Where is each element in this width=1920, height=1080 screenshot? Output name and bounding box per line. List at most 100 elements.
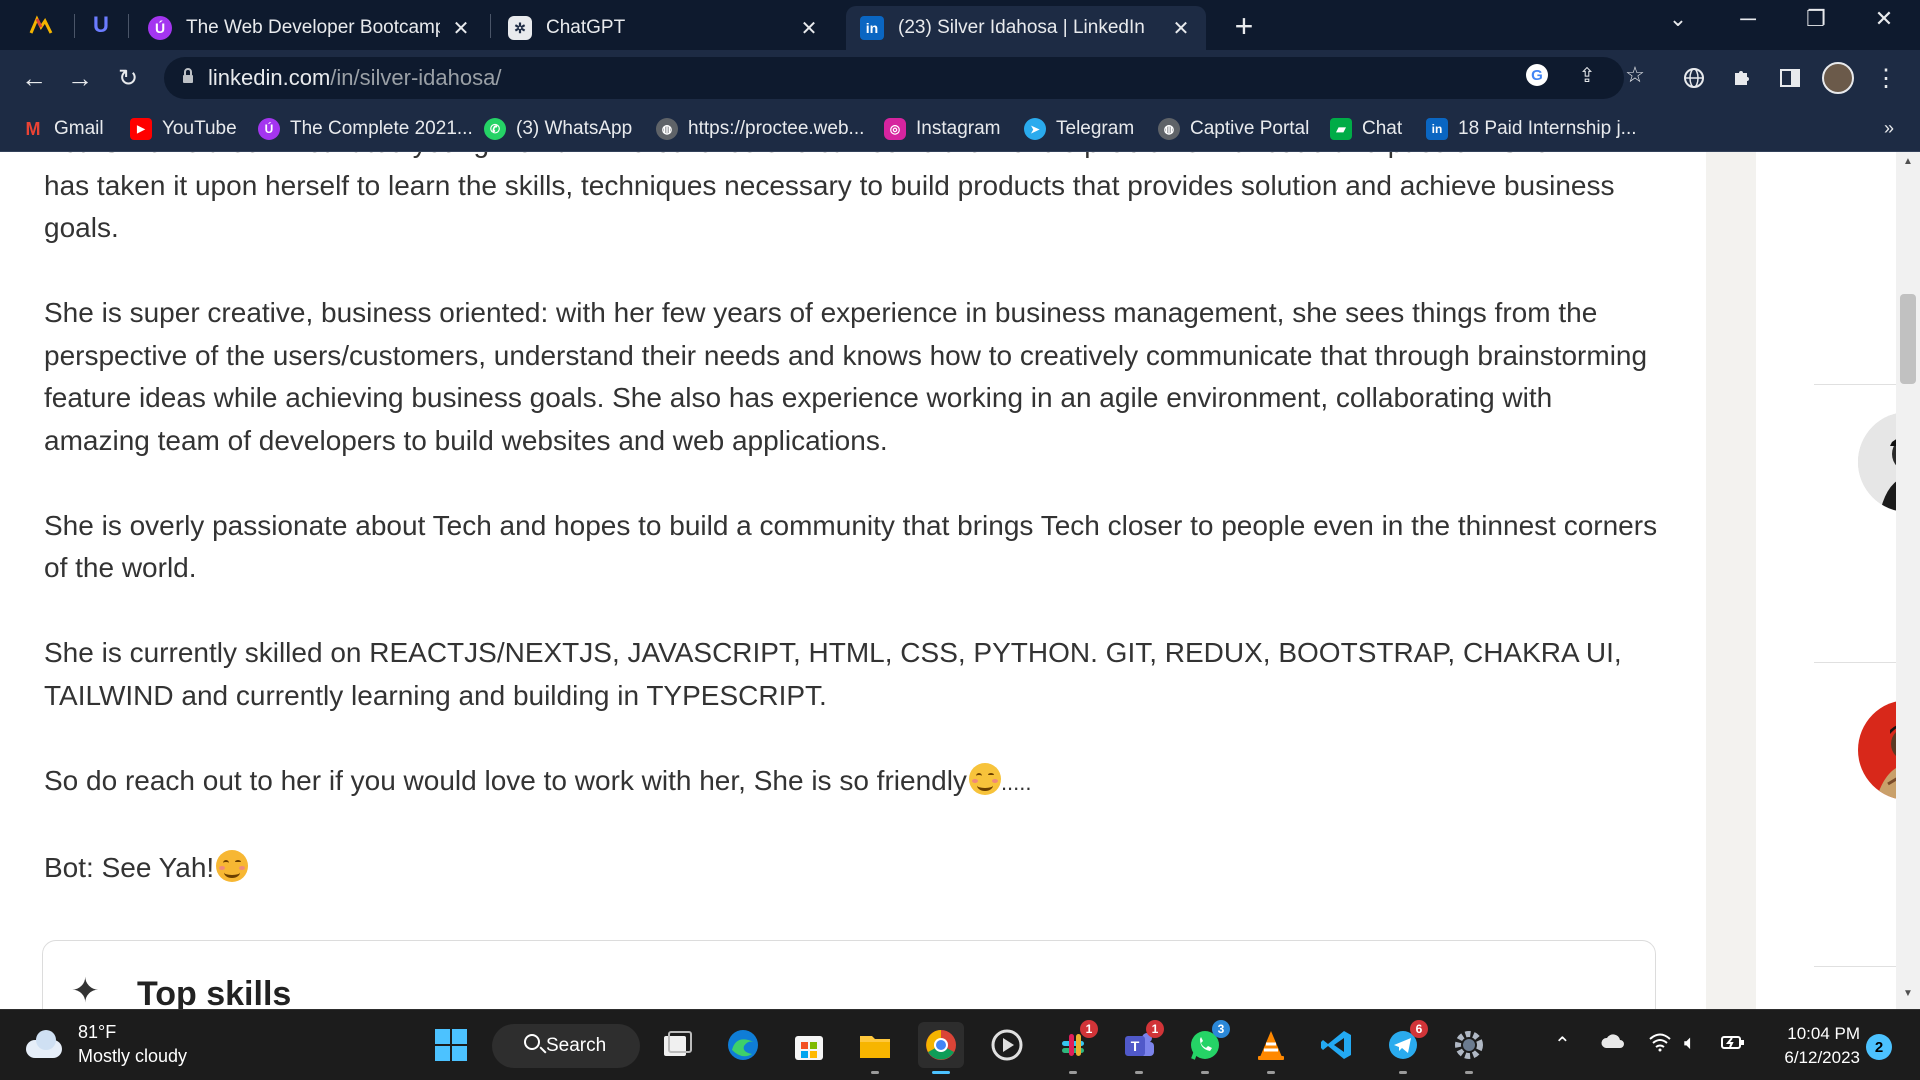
extension-logo-icon[interactable] [28,12,54,38]
taskbar-telegram[interactable]: 6 [1380,1020,1428,1074]
bookmark-captive-portal[interactable]: ◍ Captive Portal [1158,116,1309,142]
bookmark-label: The Complete 2021... [290,118,473,139]
globe-icon: ◍ [656,118,678,140]
bookmark-gmail[interactable]: M Gmail [22,116,104,142]
search-label: Search [546,1035,607,1056]
bookmark-telegram[interactable]: ➤ Telegram [1024,116,1134,142]
page-scrollbar[interactable]: ▲ ▼ [1896,152,1920,1009]
volume-icon[interactable]: 🔈︎ [1684,1032,1696,1055]
running-indicator [1267,1071,1275,1074]
back-arrow-icon[interactable]: ← [16,60,52,96]
notification-count-badge[interactable]: 2 [1866,1034,1892,1060]
taskbar-slack[interactable]: 1 [1050,1020,1098,1074]
weather-temp: 81°F [78,1022,117,1042]
task-view-icon [664,1031,692,1056]
tab-search-icon[interactable]: ⌄ [1658,6,1698,32]
hugging-emoji-icon [216,849,249,882]
vscode-icon [1321,1031,1351,1059]
linkedin-icon: in [1426,118,1448,140]
taskbar-edge[interactable] [720,1022,766,1068]
reload-icon[interactable]: ↻ [110,60,146,96]
profile-avatar[interactable] [1822,62,1854,94]
page-viewport: Bot: Silver is a self-motivated young wo… [0,152,1920,1009]
reach-out-suffix: ..... [1000,769,1032,795]
running-indicator [1069,1071,1077,1074]
close-icon[interactable]: ✕ [450,16,472,41]
right-sidebar [1706,152,1920,1009]
about-paragraph: has taken it upon herself to learn the s… [44,169,1615,244]
address-bar[interactable]: linkedin.com/in/silver-idahosa/ [164,57,1624,99]
kebab-menu-icon[interactable]: ⋮ [1870,62,1902,94]
window-close-button[interactable]: ✕ [1864,6,1904,32]
minimize-button[interactable]: ─ [1728,6,1768,32]
taskbar-file-explorer[interactable] [852,1022,898,1074]
globe-extension-icon[interactable] [1678,62,1710,94]
google-lens-icon[interactable]: G [1522,60,1552,90]
wifi-icon[interactable] [1648,1032,1672,1058]
about-section: Bot: Silver is a self-motivated young wo… [0,152,1706,1009]
about-text: Bot: Silver is a self-motivated young wo… [44,152,1664,932]
bookmarks-overflow-icon[interactable]: » [1884,118,1894,139]
lock-icon[interactable] [182,67,194,89]
restore-button[interactable]: ❐ [1796,6,1836,32]
udemy-icon: Ú [258,118,280,140]
chrome-icon [926,1030,956,1060]
scrollbar-thumb[interactable] [1900,294,1916,384]
bookmark-youtube[interactable]: ▶ YouTube [130,116,237,142]
task-view-button[interactable] [654,1022,700,1068]
tab-udemy[interactable]: Ú The Web Developer Bootcamp 20 ✕ [134,6,486,50]
notification-badge: 3 [1212,1020,1230,1038]
side-panel-icon[interactable] [1774,62,1806,94]
weather-widget[interactable]: 81°F Mostly cloudy [24,1020,187,1068]
close-icon[interactable]: ✕ [1170,16,1192,41]
taskbar-teams[interactable]: T 1 [1116,1020,1164,1074]
running-indicator [1465,1071,1473,1074]
scroll-down-icon[interactable]: ▼ [1896,988,1920,999]
url-path: /in/silver-idahosa/ [330,65,502,90]
bookmark-internship[interactable]: in 18 Paid Internship j... [1426,116,1637,142]
bookmark-chat[interactable]: ▰ Chat [1330,116,1402,142]
tab-linkedin[interactable]: in (23) Silver Idahosa | LinkedIn ✕ [846,6,1206,50]
new-tab-button[interactable]: + [1226,8,1262,45]
onedrive-cloud-icon[interactable] [1600,1032,1626,1056]
close-icon[interactable]: ✕ [798,16,820,41]
active-indicator [932,1071,950,1074]
url-text: linkedin.com/in/silver-idahosa/ [208,65,501,91]
taskbar-vlc[interactable] [1248,1022,1294,1074]
taskbar-microsoft-store[interactable] [786,1022,832,1068]
forward-arrow-icon[interactable]: → [62,60,98,96]
chevron-up-icon[interactable]: ⌃ [1554,1032,1571,1057]
notification-badge: 1 [1080,1020,1098,1038]
about-partial-line: Bot: Silver is a self-motivated young wo… [44,152,1664,165]
bookmark-star-icon[interactable]: ☆ [1620,60,1650,90]
extensions-puzzle-icon[interactable] [1726,62,1758,94]
top-skills-card[interactable]: ✦ Top skills [42,940,1656,1009]
start-button[interactable] [428,1022,474,1068]
windows-taskbar: 81°F Mostly cloudy Search 1 T 1 3 6 ⌃ 🔈︎… [0,1009,1920,1080]
bookmark-instagram[interactable]: ◎ Instagram [884,116,1000,142]
udemy-icon: Ú [148,16,172,40]
taskbar-settings[interactable] [1446,1022,1492,1074]
system-clock[interactable]: 10:04 PM 6/12/2023 [1772,1022,1860,1070]
taskbar-search[interactable]: Search [492,1024,640,1068]
tab-chatgpt[interactable]: ✲ ChatGPT ✕ [494,6,834,50]
bookmark-whatsapp[interactable]: ✆ (3) WhatsApp [484,116,632,142]
tab-separator [490,14,491,38]
battery-charging-icon[interactable] [1720,1032,1746,1058]
taskbar-media-player[interactable] [984,1022,1030,1068]
bookmark-udemy-course[interactable]: Ú The Complete 2021... [258,116,473,142]
scroll-up-icon[interactable]: ▲ [1896,156,1920,167]
share-icon[interactable]: ⇪ [1572,60,1602,90]
taskbar-whatsapp[interactable]: 3 [1182,1020,1230,1074]
taskbar-vscode[interactable] [1314,1022,1360,1068]
taskbar-chrome[interactable] [918,1022,964,1074]
bookmark-label: 18 Paid Internship j... [1458,118,1637,139]
udemy-extension-icon[interactable]: U [88,12,114,38]
notification-badge: 1 [1146,1020,1164,1038]
tab-title: ChatGPT [546,17,626,38]
globe-icon: ◍ [1158,118,1180,140]
bookmark-proctee[interactable]: ◍ https://proctee.web... [656,116,864,142]
store-icon [795,1036,823,1060]
bookmark-label: Gmail [54,118,104,139]
sign-off-text: Bot: See Yah! [44,851,215,883]
